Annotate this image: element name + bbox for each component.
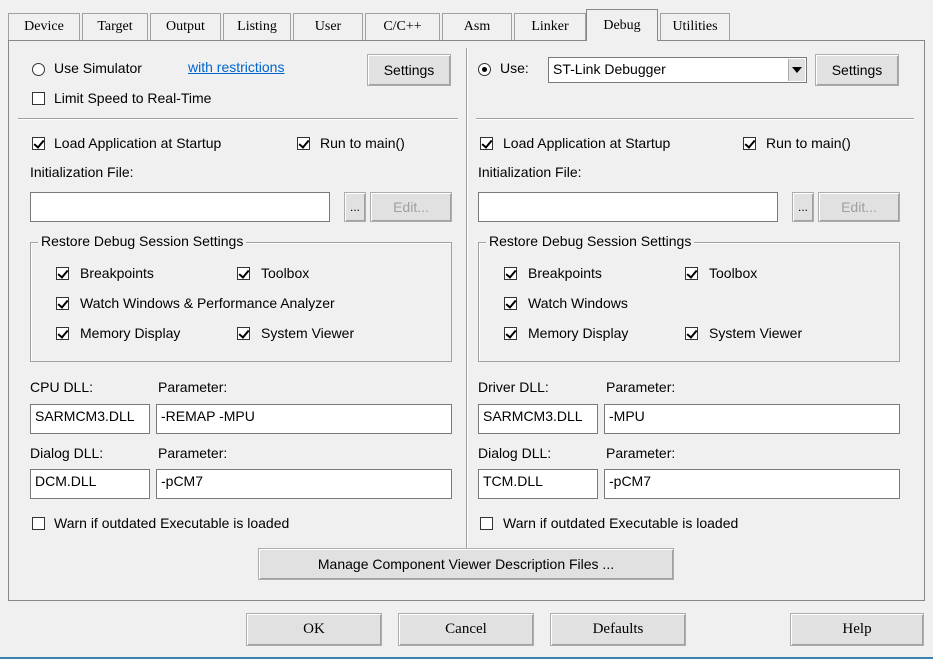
debugger-select-value: ST-Link Debugger — [553, 61, 666, 77]
debugger-settings-button[interactable]: Settings — [815, 54, 899, 86]
tab-linker[interactable]: Linker — [514, 13, 586, 40]
ok-button[interactable]: OK — [246, 613, 382, 646]
watch-windows-checkbox[interactable] — [56, 297, 69, 310]
right-memory-display-checkbox[interactable] — [504, 327, 517, 340]
warn-outdated-label: Warn if outdated Executable is loaded — [54, 515, 290, 531]
dialog-dll-label: Dialog DLL: — [30, 445, 104, 461]
driver-dll-label: Driver DLL: — [478, 379, 549, 395]
right-toolbox-label: Toolbox — [709, 265, 758, 281]
load-app-checkbox[interactable] — [32, 137, 45, 150]
init-file-browse-button[interactable]: ... — [344, 192, 366, 222]
dialog-param-label: Parameter: — [158, 445, 228, 461]
tab-bar: Device Target Output Listing User C/C++ … — [0, 0, 933, 41]
watch-windows-label: Watch Windows & Performance Analyzer — [80, 295, 335, 311]
right-dialog-param-input[interactable]: -pCM7 — [604, 469, 900, 499]
tab-asm[interactable]: Asm — [442, 13, 512, 40]
with-restrictions-link[interactable]: with restrictions — [188, 59, 284, 75]
right-dialog-dll-label: Dialog DLL: — [478, 445, 552, 461]
right-watch-windows-label: Watch Windows — [528, 295, 628, 311]
right-memory-display-label: Memory Display — [528, 325, 629, 341]
run-to-main-label: Run to main() — [320, 135, 405, 151]
right-warn-outdated-label: Warn if outdated Executable is loaded — [503, 515, 739, 531]
debugger-select[interactable]: ST-Link Debugger — [548, 57, 807, 83]
use-simulator-label: Use Simulator — [54, 60, 142, 76]
right-run-to-main-label: Run to main() — [766, 135, 851, 151]
init-file-edit-button[interactable]: Edit... — [370, 192, 452, 222]
limit-speed-checkbox[interactable] — [32, 92, 45, 105]
left-divider — [18, 118, 458, 120]
dialog-dll-input[interactable]: DCM.DLL — [30, 469, 150, 499]
system-viewer-checkbox[interactable] — [237, 327, 250, 340]
restore-settings-title: Restore Debug Session Settings — [38, 233, 247, 249]
right-dialog-param-label: Parameter: — [606, 445, 676, 461]
right-divider — [476, 118, 914, 120]
manage-component-viewer-button[interactable]: Manage Component Viewer Description File… — [258, 548, 674, 580]
right-system-viewer-checkbox[interactable] — [685, 327, 698, 340]
limit-speed-label: Limit Speed to Real-Time — [54, 90, 212, 106]
right-init-file-input[interactable] — [478, 192, 778, 222]
tab-utilities[interactable]: Utilities — [660, 13, 730, 40]
warn-outdated-checkbox[interactable] — [32, 517, 45, 530]
right-breakpoints-label: Breakpoints — [528, 265, 602, 281]
right-dialog-dll-input[interactable]: TCM.DLL — [478, 469, 598, 499]
tab-device[interactable]: Device — [8, 13, 80, 40]
tab-debug[interactable]: Debug — [586, 9, 658, 41]
cpu-param-label: Parameter: — [158, 379, 228, 395]
right-system-viewer-label: System Viewer — [709, 325, 803, 341]
right-load-app-checkbox[interactable] — [480, 137, 493, 150]
right-init-file-label: Initialization File: — [478, 164, 582, 180]
defaults-button[interactable]: Defaults — [550, 613, 686, 646]
tab-target[interactable]: Target — [82, 13, 148, 40]
right-warn-outdated-checkbox[interactable] — [480, 517, 493, 530]
driver-dll-input[interactable]: SARMCM3.DLL — [478, 404, 598, 434]
init-file-label: Initialization File: — [30, 164, 134, 180]
tab-cc[interactable]: C/C++ — [365, 13, 440, 40]
right-run-to-main-checkbox[interactable] — [743, 137, 756, 150]
run-to-main-checkbox[interactable] — [297, 137, 310, 150]
tab-user[interactable]: User — [293, 13, 363, 40]
column-divider — [466, 48, 468, 578]
chevron-down-icon[interactable] — [788, 59, 805, 81]
use-label: Use: — [500, 60, 529, 76]
toolbox-checkbox[interactable] — [237, 267, 250, 280]
tab-output[interactable]: Output — [150, 13, 221, 40]
toolbox-label: Toolbox — [261, 265, 310, 281]
right-breakpoints-checkbox[interactable] — [504, 267, 517, 280]
driver-param-label: Parameter: — [606, 379, 676, 395]
right-toolbox-checkbox[interactable] — [685, 267, 698, 280]
cancel-button[interactable]: Cancel — [398, 613, 534, 646]
cpu-dll-input[interactable]: SARMCM3.DLL — [30, 404, 150, 434]
driver-param-input[interactable]: -MPU — [604, 404, 900, 434]
cpu-param-input[interactable]: -REMAP -MPU — [156, 404, 452, 434]
right-load-app-label: Load Application at Startup — [503, 135, 671, 151]
memory-display-label: Memory Display — [80, 325, 181, 341]
use-debugger-radio[interactable] — [478, 63, 491, 76]
breakpoints-checkbox[interactable] — [56, 267, 69, 280]
system-viewer-label: System Viewer — [261, 325, 355, 341]
tab-listing[interactable]: Listing — [223, 13, 291, 40]
init-file-input[interactable] — [30, 192, 330, 222]
right-watch-windows-checkbox[interactable] — [504, 297, 517, 310]
dialog-param-input[interactable]: -pCM7 — [156, 469, 452, 499]
memory-display-checkbox[interactable] — [56, 327, 69, 340]
right-init-file-edit-button[interactable]: Edit... — [818, 192, 900, 222]
cpu-dll-label: CPU DLL: — [30, 379, 94, 395]
simulator-settings-button[interactable]: Settings — [367, 54, 451, 86]
right-restore-settings-title: Restore Debug Session Settings — [486, 233, 695, 249]
use-simulator-radio[interactable] — [32, 63, 45, 76]
load-app-label: Load Application at Startup — [54, 135, 222, 151]
help-button[interactable]: Help — [790, 613, 924, 646]
breakpoints-label: Breakpoints — [80, 265, 154, 281]
right-init-file-browse-button[interactable]: ... — [792, 192, 814, 222]
